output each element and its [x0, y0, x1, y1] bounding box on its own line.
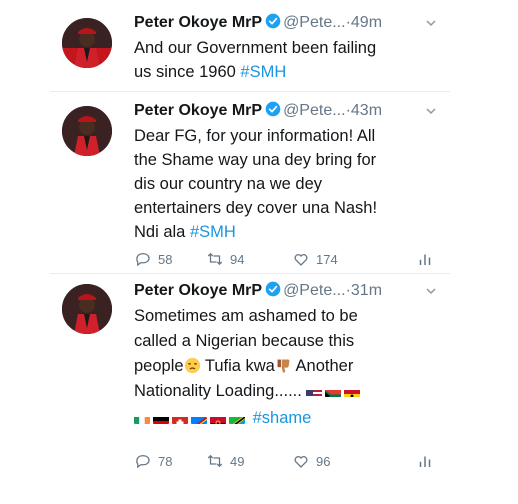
- text-line: entertainers dey cover una Nash!: [134, 199, 378, 217]
- timestamp[interactable]: 31m: [351, 282, 382, 299]
- retweet-icon: [207, 454, 223, 468]
- retweet-button[interactable]: 49: [206, 452, 244, 470]
- avatar[interactable]: [62, 18, 112, 68]
- hashtag-link[interactable]: #SMH: [190, 223, 236, 241]
- display-name[interactable]: Peter Okoye MrP: [134, 14, 262, 31]
- flag-switzerland-icon: [172, 412, 188, 424]
- tweet-1[interactable]: Peter Okoye MrP @Pete...·49m And our Gove…: [50, 0, 450, 90]
- handle[interactable]: @Pete...: [283, 282, 346, 299]
- reply-button[interactable]: 78: [134, 452, 172, 470]
- text-line: dis our country na we dey: [134, 175, 323, 193]
- like-icon: [294, 456, 308, 468]
- verified-badge-icon: [265, 13, 281, 29]
- analytics-button[interactable]: [416, 452, 434, 470]
- flag-south-africa-icon: [325, 385, 342, 397]
- reply-count: 78: [158, 453, 173, 469]
- reply-button[interactable]: 58: [134, 250, 172, 268]
- text-line: us since 1960: [134, 63, 236, 81]
- like-button[interactable]: 96: [292, 452, 330, 470]
- flag-germany-icon: [153, 412, 169, 424]
- timestamp[interactable]: 49m: [351, 14, 382, 31]
- text-line: people: [134, 357, 184, 375]
- text-line: Dear FG, for your information! All: [134, 127, 376, 145]
- chevron-down-icon[interactable]: [426, 286, 436, 296]
- tweet-header: Peter Okoye MrP @Pete...·43m: [134, 100, 450, 124]
- thumbs-down-emoji-icon: [277, 359, 290, 373]
- text-line: Nationality Loading......: [134, 382, 302, 400]
- chevron-down-icon[interactable]: [426, 18, 436, 28]
- flag-usa-icon: [306, 385, 323, 397]
- tweet-header: Peter Okoye MrP @Pete...·49m: [134, 12, 450, 36]
- tweet-text: Dear FG, for your information! All the S…: [134, 124, 438, 244]
- flag-ireland-icon: [134, 412, 150, 424]
- tweet-2[interactable]: Peter Okoye MrP @Pete...·43m Dear FG, for…: [50, 92, 450, 272]
- reply-icon: [136, 253, 150, 267]
- avatar[interactable]: [62, 284, 112, 334]
- like-count: 174: [316, 251, 338, 267]
- display-name[interactable]: Peter Okoye MrP: [134, 102, 262, 119]
- like-count: 96: [316, 453, 331, 469]
- hashtag-link[interactable]: #SMH: [240, 63, 286, 81]
- chevron-down-icon[interactable]: [426, 106, 436, 116]
- tweet-header: Peter Okoye MrP @Pete...·31m: [134, 280, 450, 304]
- timeline: Peter Okoye MrP @Pete...·49m And our Gove…: [50, 0, 450, 504]
- tweet-actions: 58 94 174: [134, 250, 438, 270]
- analytics-button[interactable]: [416, 250, 434, 268]
- flag-dr-congo-icon: [191, 412, 207, 424]
- verified-badge-icon: [265, 101, 281, 117]
- analytics-icon: [419, 456, 431, 467]
- text-line: And our Government been failing: [134, 39, 377, 57]
- reply-count: 58: [158, 251, 173, 267]
- timestamp[interactable]: 43m: [351, 102, 382, 119]
- retweet-count: 94: [230, 251, 245, 267]
- tweet-text: Sometimes am ashamed to be called a Nige…: [134, 304, 438, 431]
- display-name[interactable]: Peter Okoye MrP: [134, 282, 262, 299]
- tweet-actions: 78 49 96: [134, 452, 438, 472]
- analytics-icon: [419, 254, 431, 265]
- tweet-3[interactable]: Peter Okoye MrP @Pete...·31m Sometimes am…: [50, 274, 450, 494]
- handle[interactable]: @Pete...: [283, 14, 346, 31]
- text-line: the Shame way una dey bring for: [134, 151, 377, 169]
- tweet-text: And our Government been failing us since…: [134, 36, 438, 84]
- retweet-count: 49: [230, 453, 245, 469]
- retweet-button[interactable]: 94: [206, 250, 244, 268]
- avatar[interactable]: [62, 106, 112, 156]
- flag-ghana-icon: [344, 385, 361, 397]
- flag-tanzania-icon: [229, 412, 245, 424]
- like-button[interactable]: 174: [292, 250, 338, 268]
- unamused-face-emoji-icon: [184, 357, 200, 374]
- handle[interactable]: @Pete...: [283, 102, 346, 119]
- text-line: Tufia kwa: [200, 357, 275, 375]
- like-icon: [294, 254, 308, 266]
- reply-icon: [136, 455, 150, 469]
- hashtag-link[interactable]: #shame: [253, 409, 312, 427]
- flag-angola-icon: [210, 412, 226, 424]
- text-line: Sometimes am ashamed to be: [134, 307, 358, 325]
- text-line: Another: [291, 357, 354, 375]
- text-line: Ndi ala: [134, 223, 186, 241]
- retweet-icon: [207, 252, 223, 266]
- verified-badge-icon: [265, 281, 281, 297]
- text-line: called a Nigerian because this: [134, 332, 355, 350]
